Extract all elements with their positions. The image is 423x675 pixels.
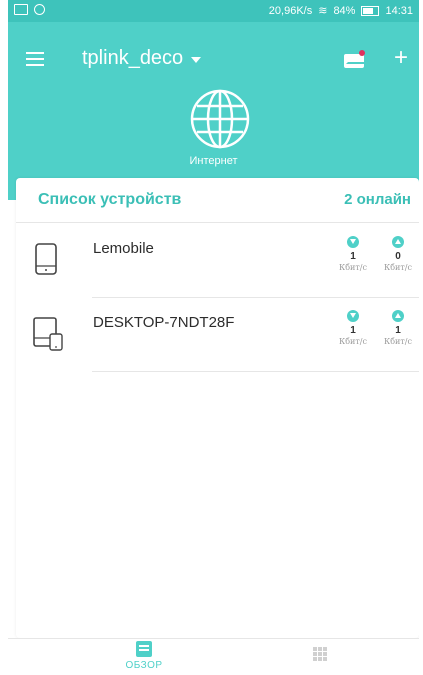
download-value: 1 — [350, 251, 356, 262]
menu-icon[interactable] — [26, 52, 44, 66]
gallery-icon — [14, 4, 28, 15]
download-rate: 1 Кбит/с — [338, 310, 368, 346]
app-bar: tplink_deco + — [8, 40, 419, 80]
upload-unit: Кбит/с — [384, 263, 412, 272]
clock: 14:31 — [385, 4, 413, 17]
row-divider — [92, 371, 419, 372]
bottom-navigation: ОБЗОР — [8, 638, 419, 675]
network-name: tplink_deco — [82, 47, 184, 69]
device-name: DESKTOP-7NDT28F — [93, 314, 235, 331]
download-unit: Кбит/с — [339, 263, 367, 272]
mail-icon[interactable] — [344, 54, 364, 68]
device-row[interactable]: DESKTOP-7NDT28F 1 Кбит/с 1 Кбит/с — [16, 298, 419, 372]
tab-overview[interactable]: ОБЗОР — [114, 641, 174, 671]
globe-icon[interactable] — [189, 88, 251, 150]
device-list-header: Список устройств 2 онлайн — [16, 178, 419, 223]
add-icon[interactable]: + — [394, 46, 408, 70]
tab-overview-label: ОБЗОР — [125, 660, 163, 671]
upload-rate: 1 Кбит/с — [383, 310, 413, 346]
upload-unit: Кбит/с — [384, 337, 412, 346]
battery-icon — [361, 5, 380, 16]
upload-rate: 0 Кбит/с — [383, 236, 413, 272]
device-list-title: Список устройств — [38, 191, 182, 208]
upload-arrow-icon — [392, 310, 404, 322]
status-bar: 20,96K/s ≋ 84% 14:31 — [8, 0, 419, 22]
device-name: Lemobile — [93, 240, 154, 257]
notification-icon — [34, 4, 45, 15]
download-rate: 1 Кбит/с — [338, 236, 368, 272]
computer-phone-icon — [33, 317, 63, 351]
device-row[interactable]: Lemobile 1 Кбит/с 0 Кбит/с — [16, 224, 419, 298]
unread-badge — [359, 50, 365, 56]
online-count: 2 онлайн — [344, 191, 411, 208]
upload-value: 1 — [395, 325, 401, 336]
internet-label: Интернет — [189, 155, 238, 167]
network-selector[interactable]: tplink_deco — [82, 47, 202, 70]
download-arrow-icon — [347, 310, 359, 322]
download-value: 1 — [350, 325, 356, 336]
battery-percent: 84% — [333, 4, 356, 17]
app-screen: 20,96K/s ≋ 84% 14:31 tplink_deco + Интер… — [8, 0, 419, 675]
download-unit: Кбит/с — [339, 337, 367, 346]
download-arrow-icon — [347, 236, 359, 248]
upload-value: 0 — [395, 251, 401, 262]
overview-icon — [136, 641, 152, 657]
wifi-signal-icon: ≋ — [318, 5, 328, 17]
upload-arrow-icon — [392, 236, 404, 248]
chevron-down-icon — [191, 57, 202, 63]
device-list-card: Список устройств 2 онлайн Lemobile 1 Кби… — [16, 178, 419, 638]
phone-icon — [35, 243, 57, 275]
grid-icon[interactable] — [313, 647, 329, 663]
network-speed: 20,96K/s — [268, 4, 313, 17]
